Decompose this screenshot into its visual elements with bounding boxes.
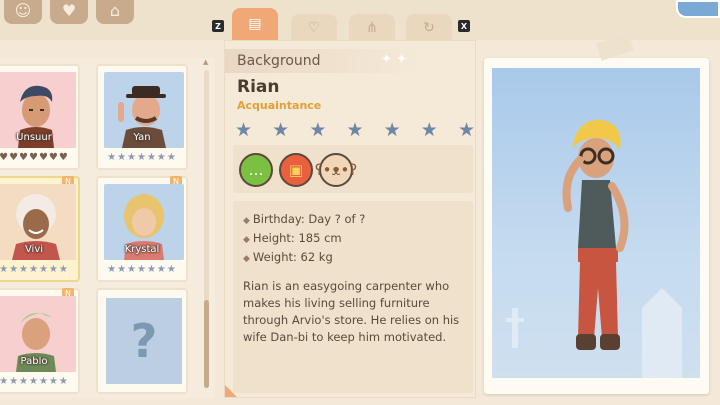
gift-box-icon[interactable]: ▣ [279,153,313,187]
details-section: ◆ Birthday: Day ? of ? ◆ Height: 185 cm ◆ W… [233,201,473,393]
scroll-thumb[interactable] [204,300,209,388]
height-line: ◆ Height: 185 cm [243,230,463,249]
character-name: Pablo [20,356,48,367]
chat-bubble-icon[interactable]: … [239,153,273,187]
character-card-unsuur[interactable]: Unsuur ♥♥♥♥♥♥♥ [0,64,80,170]
character-card-locked[interactable]: ? [96,288,188,394]
friendship-stars: ★★★★★★★ [107,264,177,275]
tab-background[interactable]: ▤ [232,8,278,40]
birthday-text: Birthday: Day ? of ? [252,212,366,226]
character-info-panel: Background ✦ ✦ Rian Acquaintance ★ ★ ★ ★… [224,40,476,398]
star-icon: ★ [346,119,364,141]
character-name: Yan [133,132,151,143]
weight-line: ◆ Weight: 62 kg [243,249,463,268]
diamond-bullet-icon: ◆ [243,254,250,264]
likes-section: … ▣ ʕ•ᴥ•ʔ [233,145,473,193]
diamond-bullet-icon: ◆ [243,235,250,245]
network-icon: ⋔ [366,20,378,36]
character-description: Rian is an easygoing carpenter who makes… [243,279,460,344]
people-icon: ☺ [14,0,32,20]
home-button[interactable]: ⌂ [96,0,134,24]
weight-text: Weight: 62 kg [252,250,333,264]
corner-decoration [676,0,720,18]
star-icon: ★ [457,119,475,141]
scroll-up-icon[interactable]: ▲ [203,58,208,66]
panel-corner-decoration [225,385,237,397]
character-portrait-frame [484,58,709,394]
character-grid: Unsuur ♥♥♥♥♥♥♥ Yan ★★★★★★★ N Vivi ★★★★★★… [0,58,215,398]
character-card-krystal[interactable]: N Krystal ★★★★★★★ [96,176,188,282]
unknown-character-placeholder: ? [106,298,182,384]
character-card-pablo[interactable]: N Pablo ★★★★★★★ [0,288,80,394]
star-icon: ★ [309,119,327,141]
height-text: Height: 185 cm [252,231,342,245]
birthday-line: ◆ Birthday: Day ? of ? [243,211,463,230]
star-icon: ★ [272,119,290,141]
character-name: Vivi [24,244,44,255]
star-icon: ★ [420,119,438,141]
prev-tab-key-hint: Z [212,20,224,32]
affection-hearts: ♥♥♥♥♥♥♥ [0,152,69,163]
character-card-vivi[interactable]: N Vivi ★★★★★★★ [0,176,80,282]
tab-relationships[interactable]: ⋔ [349,14,395,42]
friendship-stars: ★★★★★★★ [107,152,177,163]
friendship-stars: ★★★★★★★ [0,376,69,387]
favorites-button[interactable]: ♥ [50,0,88,24]
star-icon: ★ [235,119,253,141]
diamond-bullet-icon: ◆ [243,216,250,226]
scrollbar[interactable] [204,70,209,388]
character-card-yan[interactable]: Yan ★★★★★★★ [96,64,188,170]
character-portrait [492,68,700,378]
next-tab-key-hint: X [458,20,470,32]
people-button[interactable]: ☺ [4,0,42,24]
relationship-status: Acquaintance [237,99,322,112]
friendship-stars: ★★★★★★★ [0,264,69,275]
character-name: Unsuur [16,132,52,143]
heart-icon: ♥ [61,0,77,20]
heart-icon: ♡ [307,20,321,36]
teddy-bear-icon[interactable]: ʕ•ᴥ•ʔ [315,153,357,187]
tab-schedule[interactable]: ↻ [406,14,452,42]
character-name-title: Rian [237,77,280,97]
friendship-star-row: ★ ★ ★ ★ ★ ★ ★ [235,119,475,141]
character-name: Krystal [124,244,160,255]
home-icon: ⌂ [109,0,121,20]
tab-affection[interactable]: ♡ [291,14,337,42]
star-icon: ★ [383,119,401,141]
sparkle-icon: ✦ ✦ [381,52,407,67]
document-icon: ▤ [248,16,262,32]
cycle-icon: ↻ [423,20,435,36]
